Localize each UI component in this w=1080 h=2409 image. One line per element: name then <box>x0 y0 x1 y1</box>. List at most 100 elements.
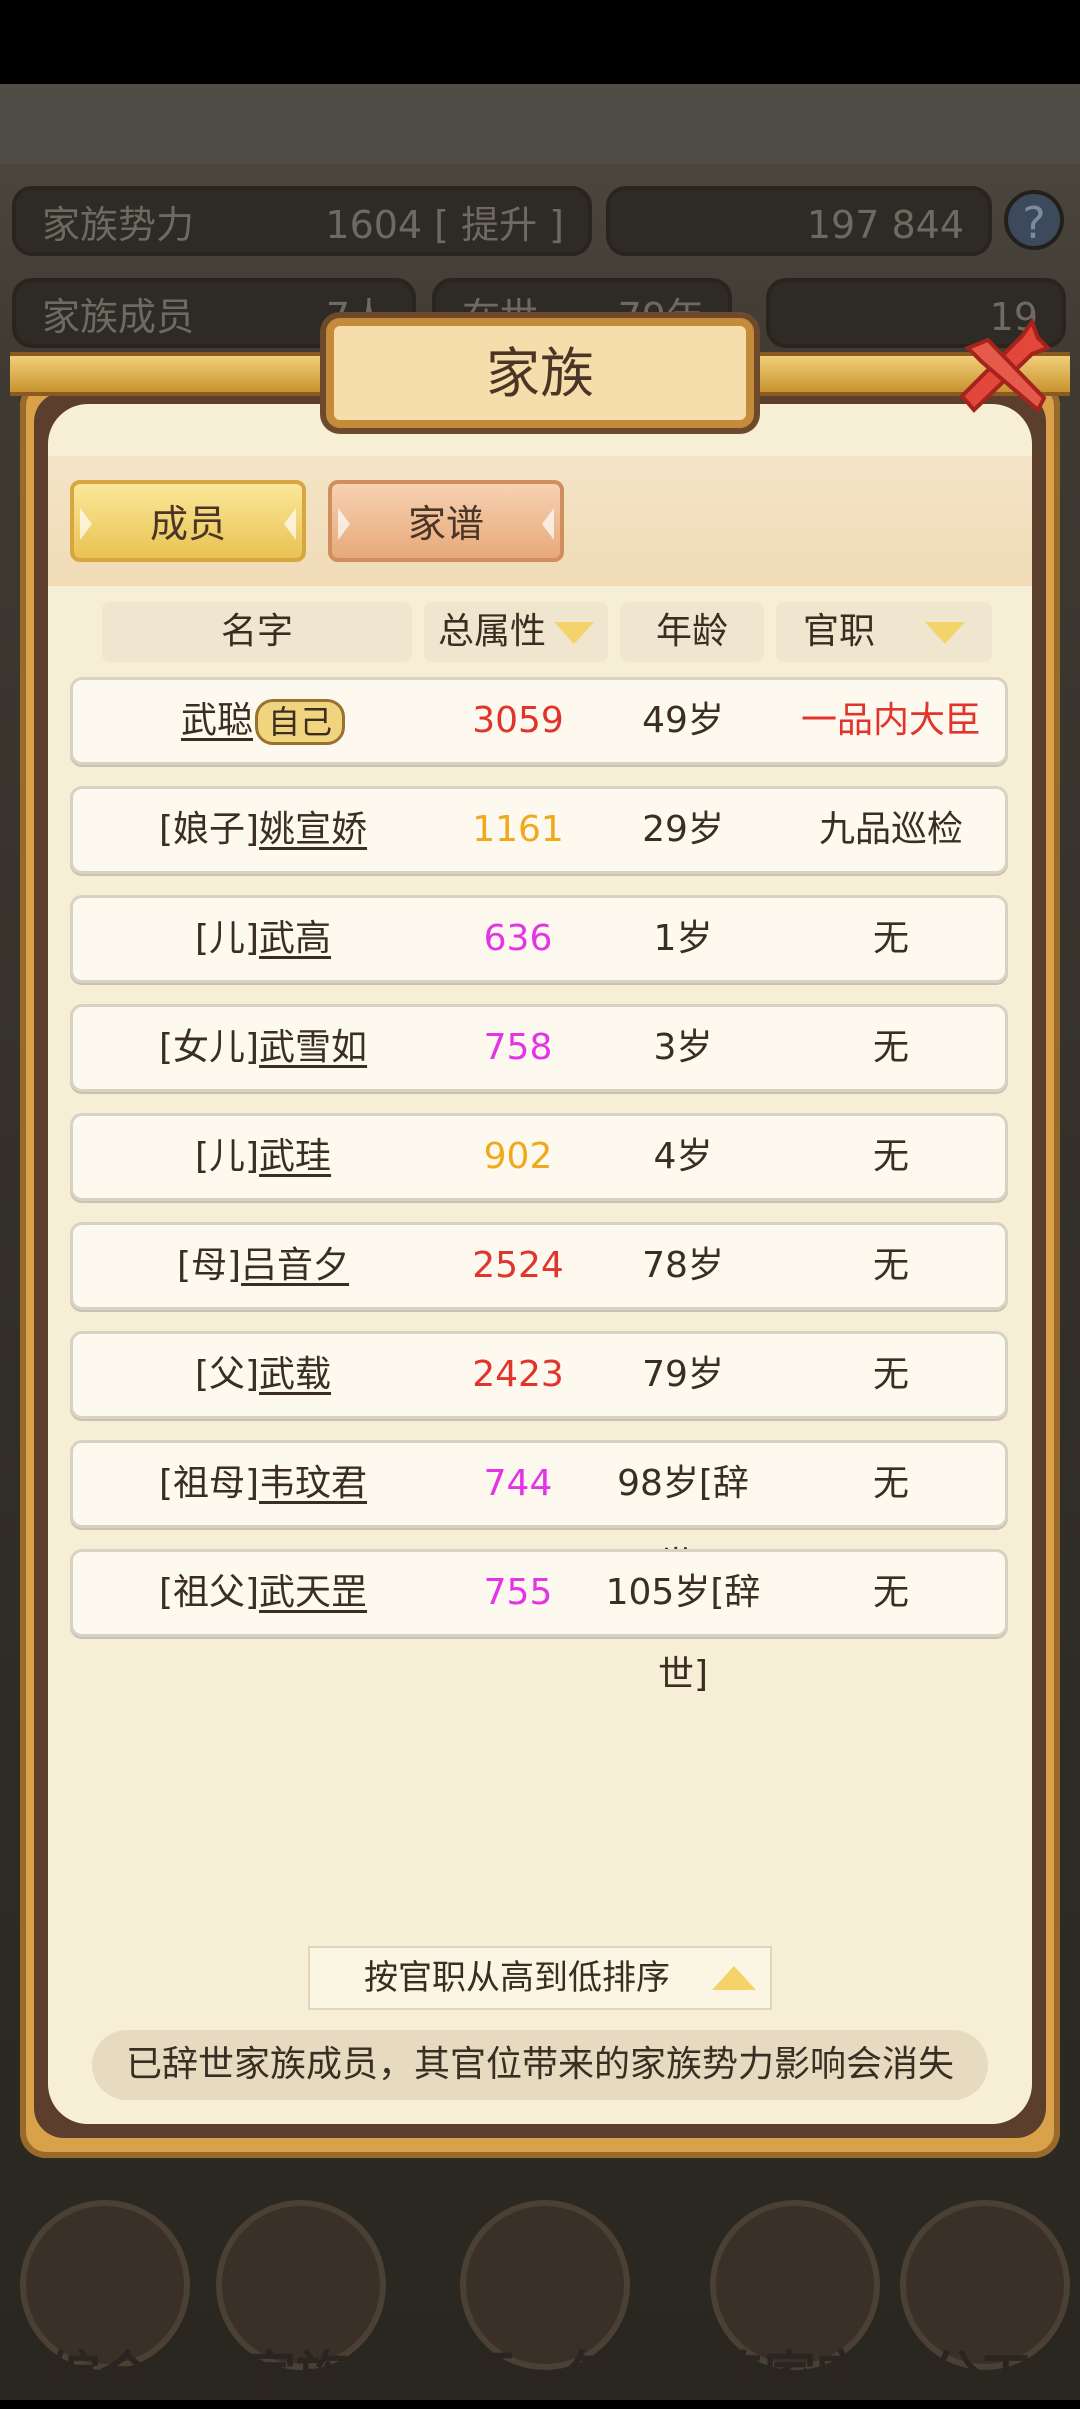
dialog-title-plaque: 家族 <box>326 318 754 428</box>
member-age: 4岁 <box>653 1136 713 1177</box>
member-age: 49岁 <box>642 700 724 741</box>
tab-members[interactable]: 成员 <box>70 480 306 562</box>
member-age: 1岁 <box>653 918 713 959</box>
member-name-link[interactable]: 韦玟君 <box>259 1463 367 1504</box>
title-wing-left <box>10 352 326 396</box>
member-name-link[interactable]: 武聪 <box>181 700 253 741</box>
column-header-name-label: 名字 <box>220 611 293 652</box>
member-row[interactable]: 武聪 自己 3059 49岁 一品内大臣 <box>70 677 1008 765</box>
member-name-link[interactable]: 武天罡 <box>259 1572 367 1613</box>
tab-notch-right <box>284 508 296 540</box>
member-name-cell: [娘子]姚宣娇 <box>73 789 453 871</box>
member-office: 一品内大臣 <box>800 700 981 741</box>
column-header-attr[interactable]: 总属性 <box>424 602 608 662</box>
member-row[interactable]: [父]武载 2423 79岁 无 <box>70 1331 1008 1419</box>
member-name-link[interactable]: 武珪 <box>259 1136 331 1177</box>
member-age: 29岁 <box>642 809 724 850</box>
member-row[interactable]: [母]吕音夕 2524 78岁 无 <box>70 1222 1008 1310</box>
column-header-office[interactable]: 官职 <box>776 602 992 662</box>
member-attr: 1161 <box>472 809 564 850</box>
member-office: 无 <box>872 918 909 959</box>
status-bar <box>0 0 1080 84</box>
dialog-title: 家族 <box>486 342 594 405</box>
column-header-attr-label: 总属性 <box>437 611 546 652</box>
bottom-nav: 综合 家族 下一年 传家宝 分工 <box>0 2170 1080 2407</box>
relation-prefix: [母] <box>176 1245 242 1286</box>
member-attr: 755 <box>483 1572 553 1613</box>
nav-general[interactable]: 综合 <box>0 2170 200 2407</box>
sort-up-icon <box>712 1966 756 1990</box>
close-icon[interactable] <box>952 318 1052 418</box>
member-attr: 2423 <box>472 1354 564 1395</box>
column-header-office-label: 官职 <box>802 611 875 652</box>
relation-prefix: [父] <box>194 1354 260 1395</box>
member-attr: 902 <box>483 1136 553 1177</box>
member-name-cell: [儿]武高 <box>73 898 453 980</box>
member-office: 无 <box>872 1027 909 1068</box>
sort-by-office-button[interactable]: 按官职从高到低排序 <box>308 1946 772 2010</box>
column-header-age-label: 年龄 <box>655 611 728 652</box>
member-name-cell: [母]吕音夕 <box>73 1225 453 1307</box>
member-name-cell: [祖父]武天罡 <box>73 1552 453 1634</box>
relation-prefix: [儿] <box>194 1136 260 1177</box>
member-attr: 636 <box>483 918 553 959</box>
member-row[interactable]: [儿]武珪 902 4岁 无 <box>70 1113 1008 1201</box>
member-name-cell: 武聪 自己 <box>73 680 453 762</box>
nav-division[interactable]: 分工 <box>880 2170 1080 2407</box>
nav-next-year-label: 下一年 <box>461 2347 618 2407</box>
column-header-name: 名字 <box>102 602 412 662</box>
member-name-cell: [儿]武珪 <box>73 1116 453 1198</box>
nav-heirloom-label: 传家宝 <box>711 2347 868 2407</box>
family-power-value: 1604 [ 提升 ] <box>325 203 564 247</box>
member-attr: 3059 <box>472 700 564 741</box>
member-row[interactable]: [祖母]韦玟君 744 98岁[辞世] 无 <box>70 1440 1008 1586</box>
member-name-link[interactable]: 姚宣娇 <box>259 809 367 850</box>
member-name-link[interactable]: 武雪如 <box>259 1027 367 1068</box>
member-age: 3岁 <box>653 1027 713 1068</box>
tab-members-label: 成员 <box>149 502 226 546</box>
nav-family[interactable]: 家族 <box>196 2170 396 2407</box>
member-name-cell: [祖母]韦玟君 <box>73 1443 453 1525</box>
member-office: 无 <box>872 1463 909 1504</box>
nav-family-label: 家族 <box>243 2347 348 2407</box>
member-attr: 2524 <box>472 1245 564 1286</box>
family-power-box: 家族势力 1604 [ 提升 ] <box>12 186 592 256</box>
member-attr: 744 <box>483 1463 553 1504</box>
currency-box: 197 844 <box>606 186 992 256</box>
nav-next-year[interactable]: 下一年 <box>440 2170 640 2407</box>
member-row[interactable]: [女儿]武雪如 758 3岁 无 <box>70 1004 1008 1092</box>
member-office: 九品巡检 <box>818 809 963 850</box>
relation-prefix: [女儿] <box>158 1027 260 1068</box>
tab-genealogy[interactable]: 家谱 <box>328 480 564 562</box>
relation-prefix: [娘子] <box>158 809 260 850</box>
nav-division-label: 分工 <box>927 2347 1032 2407</box>
sort-down-icon <box>554 622 594 644</box>
self-badge: 自己 <box>255 699 346 745</box>
tab-genealogy-label: 家谱 <box>407 502 484 546</box>
member-age: 98岁[辞世] <box>617 1463 749 1586</box>
member-row[interactable]: [祖父]武天罡 755 105岁[辞世] 无 <box>70 1549 1008 1695</box>
member-age: 105岁[辞世] <box>605 1572 761 1695</box>
member-age: 78岁 <box>642 1245 724 1286</box>
relation-prefix: [祖父] <box>158 1572 260 1613</box>
member-row[interactable]: [娘子]姚宣娇 1161 29岁 九品巡检 <box>70 786 1008 874</box>
member-name-link[interactable]: 武高 <box>259 918 331 959</box>
tab-notch-left <box>338 508 350 540</box>
help-icon[interactable]: ? <box>1004 190 1064 250</box>
member-office: 无 <box>872 1136 909 1177</box>
member-row[interactable]: [儿]武高 636 1岁 无 <box>70 895 1008 983</box>
tab-notch-left <box>80 508 92 540</box>
member-attr: 758 <box>483 1027 553 1068</box>
family-power-label: 家族势力 <box>42 203 195 247</box>
tab-notch-right <box>542 508 554 540</box>
member-name-link[interactable]: 武载 <box>259 1354 331 1395</box>
member-office: 无 <box>872 1245 909 1286</box>
nav-general-label: 综合 <box>47 2347 152 2407</box>
member-name-link[interactable]: 吕音夕 <box>241 1245 349 1286</box>
sort-button-label: 按官职从高到低排序 <box>364 1958 670 1998</box>
member-office: 无 <box>872 1354 909 1395</box>
deceased-notice: 已辞世家族成员，其官位带来的家族势力影响会消失 <box>92 2030 988 2100</box>
column-header-age: 年龄 <box>620 602 764 662</box>
nav-heirloom[interactable]: 传家宝 <box>690 2170 890 2407</box>
member-name-cell: [父]武载 <box>73 1334 453 1416</box>
